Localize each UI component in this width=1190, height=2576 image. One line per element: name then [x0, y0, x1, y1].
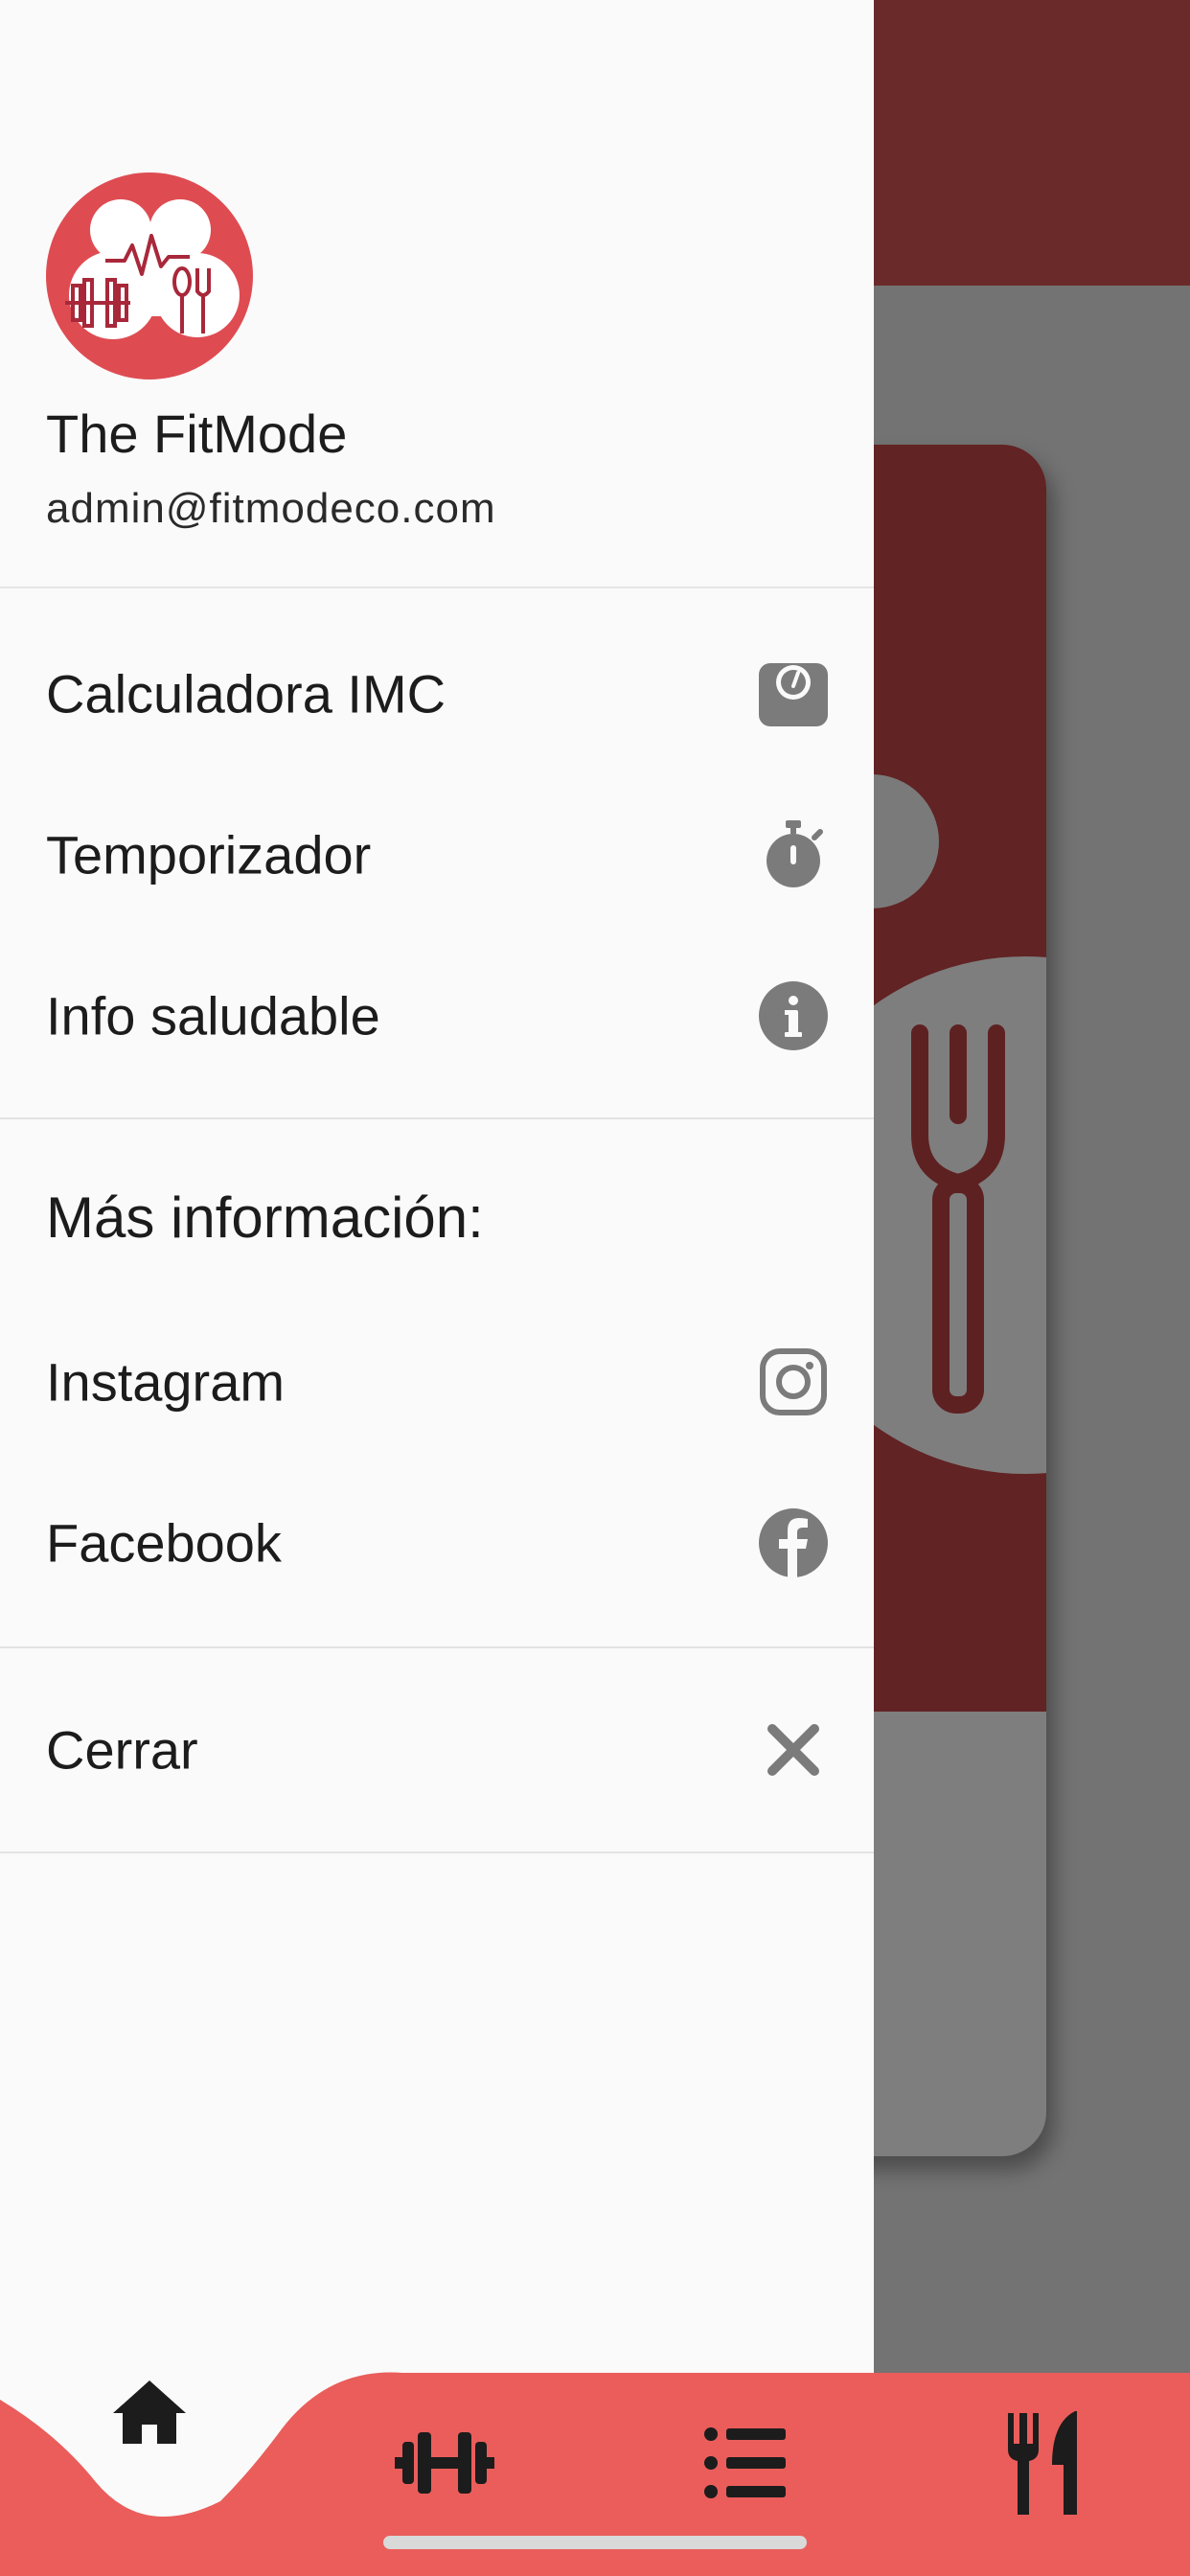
menu-item-cerrar[interactable]: Cerrar — [0, 1669, 874, 1830]
nav-nutrition[interactable] — [975, 2396, 1110, 2530]
list-icon — [704, 2427, 786, 2498]
avatar — [46, 172, 253, 380]
nav-workouts[interactable] — [378, 2396, 512, 2530]
divider — [0, 1646, 874, 1648]
home-indicator — [383, 2536, 807, 2549]
menu-item-label: Calculadora IMC — [46, 663, 446, 724]
facebook-icon — [759, 1508, 828, 1577]
utensils-icon — [1008, 2411, 1077, 2515]
menu-item-label: Temporizador — [46, 824, 372, 886]
nav-list[interactable] — [676, 2396, 811, 2530]
nav-home[interactable] — [82, 2348, 217, 2482]
menu-item-info-saludable[interactable]: Info saludable — [0, 935, 874, 1096]
menu-item-label: Instagram — [46, 1351, 285, 1413]
fitmode-logo-icon — [65, 199, 240, 339]
menu-item-label: Facebook — [46, 1512, 282, 1574]
close-icon — [767, 1724, 819, 1776]
user-email: admin@fitmodeco.com — [46, 485, 496, 532]
stopwatch-icon — [767, 820, 823, 887]
menu-item-calculadora-imc[interactable]: Calculadora IMC — [0, 613, 874, 774]
user-name: The FitMode — [46, 403, 348, 464]
more-info-title: Más información: — [46, 1185, 484, 1250]
navigation-drawer: The FitMode admin@fitmodeco.com Calculad… — [0, 0, 874, 2576]
instagram-icon — [760, 1348, 827, 1415]
divider — [0, 1117, 874, 1119]
menu-item-label: Info saludable — [46, 985, 380, 1046]
info-icon — [759, 981, 828, 1050]
dumbbell-icon — [395, 2432, 494, 2494]
menu-item-facebook[interactable]: Facebook — [0, 1462, 874, 1623]
drawer-header: The FitMode admin@fitmodeco.com — [0, 0, 874, 588]
menu-item-label: Cerrar — [46, 1719, 198, 1781]
menu-item-instagram[interactable]: Instagram — [0, 1301, 874, 1462]
home-icon — [113, 2380, 186, 2444]
divider — [0, 1852, 874, 1853]
scale-icon — [759, 663, 828, 726]
menu-item-temporizador[interactable]: Temporizador — [0, 774, 874, 935]
